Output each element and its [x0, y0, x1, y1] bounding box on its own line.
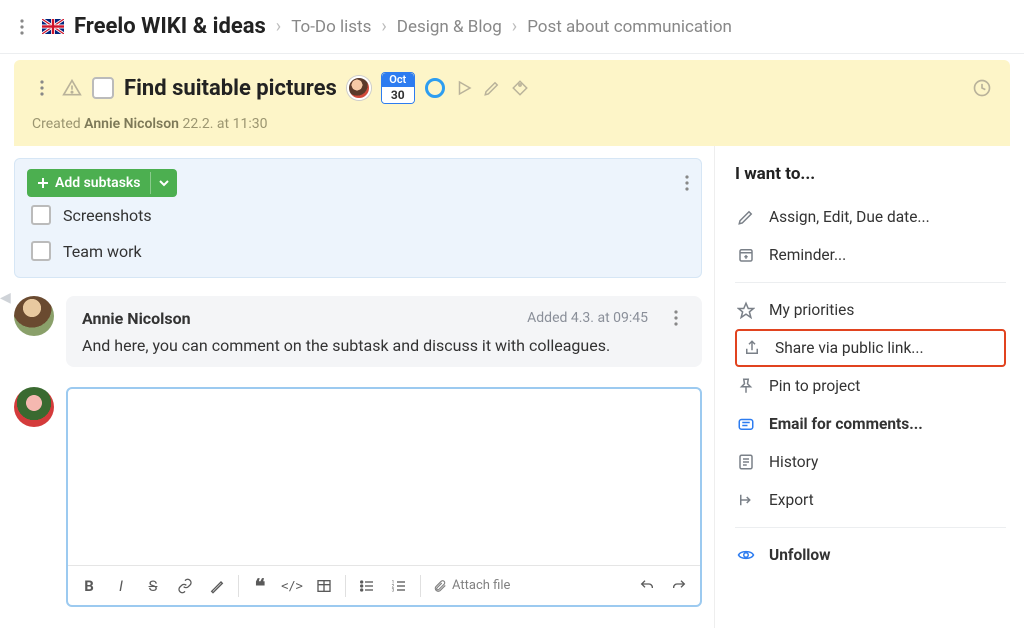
add-subtasks-caret[interactable]	[150, 172, 177, 194]
chevron-right-icon: ›	[381, 16, 386, 37]
subtask-item[interactable]: Screenshots	[27, 197, 689, 233]
quote-button[interactable]: ❝	[245, 571, 275, 601]
sidebar-title: I want to...	[735, 164, 1006, 184]
crumb-project[interactable]: Design & Blog	[397, 17, 502, 37]
editor-toolbar: B I S ❝ </>	[68, 565, 700, 605]
redo-button[interactable]	[664, 571, 694, 601]
sidebar-item-unfollow[interactable]: Unfollow	[735, 536, 1006, 574]
task-checkbox[interactable]	[92, 77, 114, 99]
subtask-checkbox[interactable]	[31, 205, 51, 225]
editor-textarea[interactable]	[68, 389, 700, 565]
sidebar-item-label: History	[769, 453, 818, 471]
comment-text: And here, you can comment on the subtask…	[82, 336, 686, 355]
add-subtasks-label: Add subtasks	[55, 175, 140, 191]
table-button[interactable]	[309, 571, 339, 601]
tag-icon[interactable]	[511, 79, 529, 97]
comment-author[interactable]: Annie Nicolson	[82, 309, 191, 328]
created-at: 22.2. at 11:30	[182, 116, 267, 132]
task-banner: Find suitable pictures Oct 30 Created An…	[14, 60, 1010, 146]
created-author[interactable]: Annie Nicolson	[84, 116, 179, 132]
workspace-title[interactable]: Freelo WIKI & ideas	[74, 14, 266, 39]
sidebar-item-share[interactable]: Share via public link...	[735, 329, 1006, 367]
chevron-right-icon: ›	[276, 16, 281, 37]
actions-sidebar: I want to... Assign, Edit, Due date... R…	[714, 146, 1010, 628]
subtasks-panel: Add subtasks Screenshots Team work	[14, 158, 702, 278]
uk-flag-icon	[42, 19, 64, 34]
export-icon	[737, 491, 755, 509]
due-month: Oct	[382, 73, 414, 87]
sidebar-item-pin[interactable]: Pin to project	[735, 367, 1006, 405]
share-icon	[743, 339, 761, 357]
chevron-right-icon: ›	[512, 16, 517, 37]
header-menu-button[interactable]	[12, 17, 32, 37]
ordered-list-button[interactable]: 123	[384, 571, 414, 601]
sidebar-item-reminder[interactable]: Reminder...	[735, 236, 1006, 274]
highlight-button[interactable]	[202, 571, 232, 601]
comment-avatar[interactable]	[14, 296, 54, 336]
sidebar-item-history[interactable]: History	[735, 443, 1006, 481]
pin-icon	[737, 377, 755, 395]
email-icon	[737, 415, 755, 433]
code-button[interactable]: </>	[277, 571, 307, 601]
sidebar-item-label: Unfollow	[769, 546, 831, 564]
sidebar-item-export[interactable]: Export	[735, 481, 1006, 519]
subtasks-menu-button[interactable]	[685, 175, 689, 191]
comment-meta: Added 4.3. at 09:45	[527, 310, 648, 326]
warning-icon	[62, 78, 82, 98]
created-prefix: Created	[32, 116, 81, 132]
sidebar-item-email[interactable]: Email for comments...	[735, 405, 1006, 443]
subtask-checkbox[interactable]	[31, 241, 51, 261]
crumb-list[interactable]: To-Do lists	[291, 17, 371, 37]
subtask-label: Team work	[63, 242, 142, 261]
due-day: 30	[382, 87, 414, 103]
sidebar-item-label: My priorities	[769, 301, 854, 319]
due-date-badge[interactable]: Oct 30	[381, 72, 415, 104]
comment-row: Annie Nicolson Added 4.3. at 09:45 And h…	[14, 296, 702, 367]
pencil-icon[interactable]	[483, 79, 501, 97]
sidebar-item-label: Reminder...	[769, 246, 846, 264]
bold-button[interactable]: B	[74, 571, 104, 601]
comment-body: Annie Nicolson Added 4.3. at 09:45 And h…	[66, 296, 702, 367]
task-title: Find suitable pictures	[124, 76, 337, 101]
strike-button[interactable]: S	[138, 571, 168, 601]
comment-editor[interactable]: B I S ❝ </>	[66, 387, 702, 607]
sidebar-item-label: Assign, Edit, Due date...	[769, 208, 930, 226]
add-subtasks-button[interactable]: Add subtasks	[27, 169, 177, 197]
subtask-label: Screenshots	[63, 206, 152, 225]
current-user-avatar[interactable]	[14, 387, 54, 427]
breadcrumb: Freelo WIKI & ideas › To-Do lists › Desi…	[0, 0, 1024, 54]
attach-file-button[interactable]: Attach file	[427, 578, 516, 593]
sidebar-item-label: Email for comments...	[769, 415, 923, 433]
pencil-icon	[737, 208, 755, 226]
undo-button[interactable]	[632, 571, 662, 601]
attach-file-label: Attach file	[452, 578, 510, 593]
clock-icon[interactable]	[972, 78, 992, 98]
eye-icon	[737, 546, 755, 564]
history-icon	[737, 453, 755, 471]
status-ring-icon[interactable]	[425, 78, 445, 98]
italic-button[interactable]: I	[106, 571, 136, 601]
crumb-task[interactable]: Post about communication	[527, 17, 732, 37]
sidebar-item-assign[interactable]: Assign, Edit, Due date...	[735, 198, 1006, 236]
star-icon	[737, 301, 755, 319]
task-menu-button[interactable]	[32, 78, 52, 98]
link-button[interactable]	[170, 571, 200, 601]
plus-icon	[37, 177, 49, 189]
assignee-avatar[interactable]	[347, 76, 371, 100]
sidebar-item-priorities[interactable]: My priorities	[735, 291, 1006, 329]
sidebar-item-label: Export	[769, 491, 814, 509]
svg-text:3: 3	[392, 587, 395, 593]
play-icon[interactable]	[455, 79, 473, 97]
collapse-caret[interactable]: ◀	[0, 290, 11, 306]
editor-row: B I S ❝ </>	[14, 387, 702, 607]
task-created-line: Created Annie Nicolson 22.2. at 11:30	[32, 116, 992, 132]
sidebar-item-label: Pin to project	[769, 377, 860, 395]
subtask-item[interactable]: Team work	[27, 233, 689, 269]
comment-menu-button[interactable]	[666, 308, 686, 328]
sidebar-item-label: Share via public link...	[775, 339, 924, 357]
bullet-list-button[interactable]	[352, 571, 382, 601]
reminder-icon	[737, 246, 755, 264]
